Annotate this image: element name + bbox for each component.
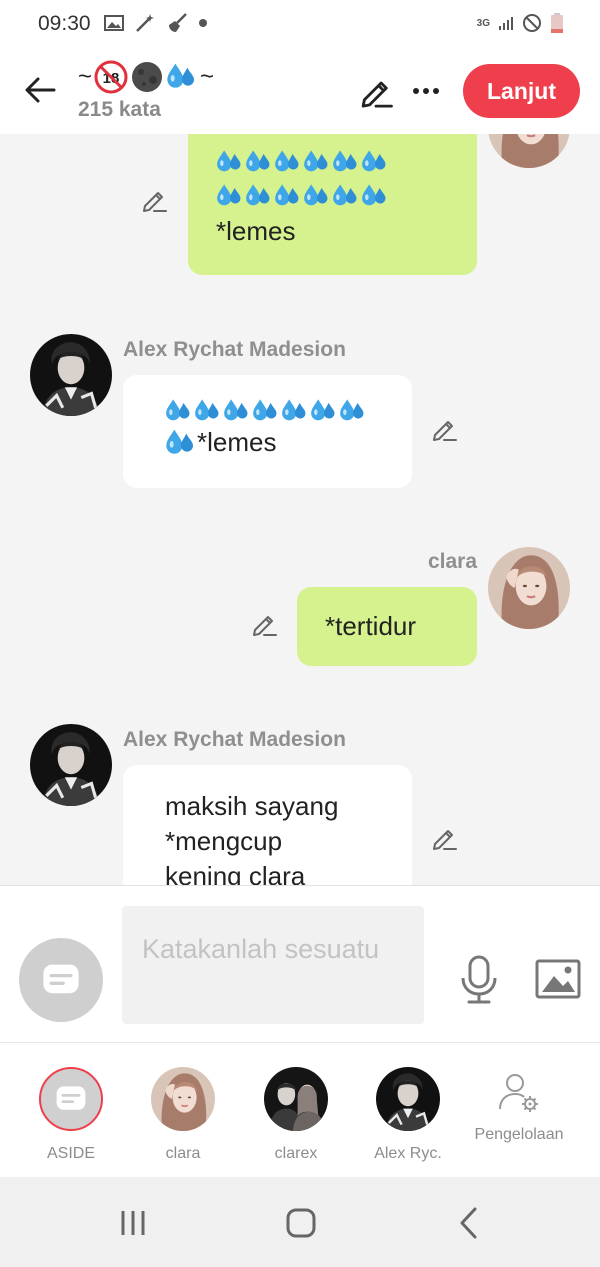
do-not-disturb-icon (523, 14, 541, 32)
microphone-icon[interactable] (458, 954, 500, 1006)
message-item: *lemes (0, 134, 600, 284)
chat-header: ~ 18 ~ 215 kata Lanjut (0, 50, 600, 134)
dot-icon (199, 19, 207, 27)
network-type: 3G (476, 17, 490, 29)
new-moon-face-icon (132, 62, 163, 92)
message-item: Alex Rychat Madesion *lemes (0, 330, 600, 500)
character-label: ASIDE (46, 1145, 95, 1162)
edit-message-icon[interactable] (250, 610, 278, 638)
chat-bubble-icon (53, 1081, 89, 1117)
character-aside[interactable]: ASIDE (16, 1067, 126, 1163)
character-bar: ASIDE clara clarex Alex Ryc. Pengelolaan (0, 1042, 600, 1177)
character-label: clarex (274, 1145, 318, 1162)
message-bubble: maksih sayang *mengcup kening clara (123, 765, 412, 885)
sweat-droplets-icon (166, 62, 198, 92)
chat-area[interactable]: *lemes Alex Rychat Madesion *lemes clara… (0, 134, 600, 885)
message-bubble: *lemes (188, 134, 477, 275)
signal-icon (499, 17, 513, 30)
character-alex[interactable]: Alex Ryc. (353, 1067, 463, 1163)
character-clara[interactable]: clara (128, 1067, 238, 1163)
message-text: *lemes (197, 427, 277, 457)
clara-avatar[interactable] (488, 134, 570, 168)
status-bar: 09:30 3G (0, 0, 600, 50)
aside-toggle-button[interactable] (19, 938, 103, 1022)
battery-icon (551, 13, 563, 33)
character-clarex[interactable]: clarex (241, 1067, 351, 1163)
character-label: Pengelolaan (474, 1126, 564, 1143)
alex-avatar (376, 1067, 440, 1131)
message-item: Alex Rychat Madesion maksih sayang *meng… (0, 720, 600, 885)
no-under-18-icon: 18 (94, 60, 128, 94)
image-picker-icon[interactable] (534, 958, 582, 1000)
character-label: Alex Ryc. (374, 1145, 442, 1162)
title-suffix: ~ (200, 63, 215, 90)
clara-avatar (151, 1067, 215, 1131)
clara-avatar[interactable] (488, 547, 570, 629)
edit-message-icon[interactable] (140, 186, 168, 214)
user-settings-icon (499, 1074, 538, 1112)
message-text-line: kening clara (165, 861, 306, 885)
alex-avatar[interactable] (30, 724, 112, 806)
message-bubble: *tertidur (297, 587, 477, 666)
message-input[interactable] (122, 906, 424, 1024)
status-time: 09:30 (38, 12, 91, 35)
word-count: 215 kata (78, 98, 161, 121)
magic-wand-icon (136, 14, 154, 32)
message-input-bar (0, 885, 600, 1042)
message-text-line: *mengcup (165, 826, 283, 856)
message-item: clara *tertidur (0, 544, 600, 674)
broom-icon (169, 13, 187, 32)
story-title: ~ 18 ~ (78, 60, 214, 94)
sender-name: clara (427, 550, 477, 573)
edit-message-icon[interactable] (430, 415, 458, 443)
gallery-icon (104, 15, 124, 31)
chat-bubble-icon (39, 958, 83, 1002)
recent-apps-icon[interactable] (113, 1203, 153, 1243)
character-management[interactable]: Pengelolaan (464, 1071, 574, 1144)
status-system-icons: 3G (477, 12, 564, 34)
sweat-droplets-icon (165, 428, 197, 458)
message-bubble: *lemes (123, 375, 412, 488)
system-navigation-bar (0, 1177, 600, 1267)
status-notification-icons (104, 12, 208, 34)
sweat-droplets-icon (166, 399, 364, 421)
sender-name: Alex Rychat Madesion (123, 338, 346, 361)
sweat-droplets-icon (217, 150, 386, 206)
message-text: *tertidur (325, 611, 417, 641)
character-label: clara (165, 1145, 201, 1162)
message-text: *lemes (216, 216, 296, 246)
back-nav-icon[interactable] (450, 1203, 490, 1243)
home-icon[interactable] (281, 1203, 321, 1243)
more-options-icon[interactable] (408, 76, 444, 106)
alex-avatar[interactable] (30, 334, 112, 416)
sender-name: Alex Rychat Madesion (123, 728, 346, 751)
edit-pencil-icon[interactable] (358, 74, 394, 110)
back-arrow-icon[interactable] (22, 72, 58, 108)
clarex-avatar (264, 1067, 328, 1131)
edit-message-icon[interactable] (430, 824, 458, 852)
message-text-line: maksih sayang (165, 791, 339, 821)
aside-avatar (39, 1067, 103, 1131)
continue-button[interactable]: Lanjut (463, 64, 580, 118)
title-prefix: ~ (78, 63, 93, 90)
